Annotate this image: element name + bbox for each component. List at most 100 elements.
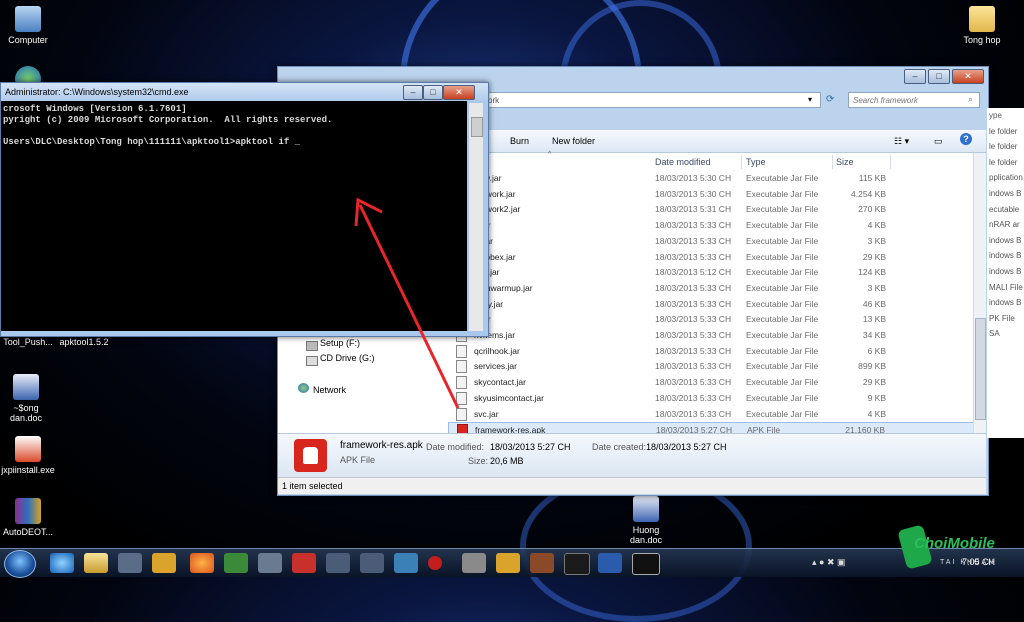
cmd-output[interactable]: crosoft Windows [Version 6.1.7601] pyrigh… (1, 101, 467, 331)
desktop-icon-apktool[interactable]: apktool1.5.2 (48, 337, 120, 347)
search-icon[interactable]: ⌕ (968, 94, 973, 105)
file-row[interactable]: qcrilhook.jar 18/03/2013 5:33 CH Executabl… (448, 344, 986, 359)
help-icon[interactable]: ? (960, 133, 972, 145)
minimize-button[interactable]: – (904, 69, 926, 84)
desktop-icon-jxpiinstall[interactable]: jxpiinstall.exe (0, 436, 64, 475)
column-header-date[interactable]: Date modified (651, 155, 742, 169)
tray-icons[interactable]: ▴ ● ✖ ▣ (812, 557, 846, 568)
file-type: Executable Jar File (746, 204, 819, 215)
taskbar-app-icon[interactable] (224, 553, 248, 573)
file-row[interactable]: demwarmup.jar 18/03/2013 5:33 CH Executabl… (448, 281, 986, 296)
file-type: Executable Jar File (746, 235, 819, 246)
taskbar-app-icon[interactable] (360, 553, 384, 573)
file-type: Executable Jar File (746, 330, 819, 340)
file-row[interactable]: services.jar 18/03/2013 5:33 CH Executable… (448, 359, 986, 374)
column-header-size[interactable]: Size (832, 155, 891, 169)
close-button[interactable]: ✕ (952, 69, 984, 84)
details-date-modified: 18/03/2013 5:27 CH (490, 442, 571, 452)
cmd-close-button[interactable]: ✕ (443, 85, 475, 100)
view-options-icon[interactable]: ☷ ▾ (894, 136, 909, 147)
file-date: 18/03/2013 5:33 CH (655, 330, 732, 340)
nav-item-cd-drive[interactable]: CD Drive (G:) (320, 353, 375, 363)
file-size: 115 KB (858, 173, 886, 183)
maximize-button[interactable]: □ (928, 69, 950, 84)
scrollbar-thumb[interactable] (975, 318, 986, 420)
desktop-icon-song-dan[interactable]: ~$ong dan.doc (0, 374, 62, 423)
preview-pane-icon[interactable]: ▭ (934, 136, 943, 147)
search-input[interactable]: Search framework (848, 92, 980, 108)
taskbar-app-icon[interactable] (462, 553, 486, 573)
file-row[interactable]: nvitems.jar 18/03/2013 5:33 CH Executable … (448, 328, 986, 343)
word-document-icon (13, 374, 39, 400)
desktop-icon-huong-dan[interactable]: Huong dan.doc (610, 496, 682, 545)
cmd-minimize-button[interactable]: – (403, 85, 423, 100)
new-folder-button[interactable]: New folder (552, 136, 595, 146)
background-window-label: indows B (989, 235, 1022, 245)
taskbar-app-icon[interactable] (496, 553, 520, 573)
file-type: Executable Jar File (746, 267, 819, 278)
file-list-scrollbar[interactable] (973, 153, 986, 433)
file-type: Executable Jar File (746, 173, 819, 183)
word-taskbar-icon[interactable] (598, 553, 622, 573)
cmd-window[interactable]: Administrator: C:\Windows\system32\cmd.e… (0, 82, 489, 337)
taskbar-app-icon[interactable] (118, 553, 142, 573)
explorer-taskbar-icon[interactable] (84, 553, 108, 573)
scrollbar-thumb[interactable] (471, 117, 483, 137)
file-date: 18/03/2013 5:33 CH (655, 298, 732, 309)
background-window-label: indows B (989, 298, 1022, 308)
file-row[interactable]: ut.jar18/03/2013 5:33 CHExecutable Jar F… (448, 234, 986, 249)
file-row[interactable]: ax.obex.jar 18/03/2013 5:33 CH Executable … (448, 250, 986, 265)
file-row[interactable]: ertw.jar18/03/2013 5:30 CHExecutable Jar… (448, 171, 986, 186)
taskbar-app-icon[interactable] (152, 553, 176, 573)
nav-item-setup[interactable]: Setup (F:) (320, 338, 360, 348)
background-window-label: le folder (989, 157, 1018, 167)
file-date: 18/03/2013 5:33 CH (655, 392, 732, 403)
desktop-icon-autodeot[interactable]: AutoDEOT... (0, 498, 64, 537)
details-size: 20,6 MB (490, 456, 524, 466)
desktop-icon-label: Tong hop (963, 35, 1001, 45)
file-row[interactable]: a.jar18/03/2013 5:33 CHExecutable Jar Fi… (448, 312, 986, 327)
desktop-icon-computer[interactable]: Computer (0, 6, 64, 45)
taskbar-app-icon[interactable] (326, 553, 350, 573)
cmd-maximize-button[interactable]: □ (423, 85, 443, 100)
start-button[interactable] (4, 550, 36, 578)
taskbar-app-icon[interactable] (530, 553, 554, 573)
firefox-icon[interactable] (190, 553, 214, 573)
file-row[interactable]: svc.jar 18/03/2013 5:33 CH Executable Jar … (448, 407, 986, 422)
file-size: 3 KB (867, 282, 886, 293)
taskbar-app-icon[interactable] (564, 553, 590, 575)
cmd-taskbar-icon[interactable] (632, 553, 660, 575)
taskbar-app-icon[interactable] (258, 553, 282, 573)
file-type: Executable Jar File (746, 188, 819, 199)
jar-file-icon (456, 407, 467, 421)
desktop-icon-tong-hop[interactable]: Tong hop (946, 6, 1018, 45)
burn-button[interactable]: Burn (510, 136, 529, 146)
file-row[interactable]: mework2.jar 18/03/2013 5:31 CH Executable … (448, 202, 986, 217)
file-row[interactable]: dex.jar18/03/2013 5:12 CHExecutable Jar … (448, 265, 986, 280)
taskbar-app-icon[interactable] (394, 553, 418, 573)
file-row[interactable]: nkey.jar18/03/2013 5:33 CHExecutable Jar… (448, 297, 986, 312)
taskbar-app-icon[interactable] (428, 556, 442, 570)
background-window-label: indows B (989, 266, 1022, 276)
file-row[interactable]: mework.jar 18/03/2013 5:30 CH Executable J… (448, 187, 986, 202)
watermark-tagline: TAI KHOAN (940, 559, 996, 566)
column-header-type[interactable]: Type (742, 155, 833, 169)
file-date: 18/03/2013 5:33 CH (655, 408, 732, 419)
file-row[interactable]: skycontact.jar 18/03/2013 5:33 CH Executab… (448, 375, 986, 390)
refresh-icon[interactable]: ⟳ (826, 94, 834, 105)
nav-item-network[interactable]: Network (313, 385, 346, 395)
ie-icon[interactable] (50, 553, 74, 573)
taskbar-app-icon[interactable] (292, 553, 316, 573)
cmd-scrollbar[interactable] (469, 103, 483, 331)
jar-file-icon (456, 360, 467, 374)
desktop-icon-label: apktool1.5.2 (59, 337, 109, 347)
file-row[interactable]: skyusimcontact.jar 18/03/2013 5:33 CH Exec… (448, 391, 986, 406)
file-row[interactable]: e.jar18/03/2013 5:33 CHExecutable Jar Fi… (448, 218, 986, 233)
file-size: 4 KB (867, 220, 886, 231)
word-document-icon (633, 496, 659, 522)
background-window-label: indows B (989, 188, 1022, 198)
file-list[interactable]: ^ Date modified Type Size ertw.jar18/03/… (448, 151, 986, 438)
address-dropdown-icon[interactable]: ▾ (808, 95, 812, 104)
background-window-strip: ype le folder le folder le folder pplication… (987, 108, 1024, 438)
address-bar[interactable]: ork (483, 92, 821, 108)
